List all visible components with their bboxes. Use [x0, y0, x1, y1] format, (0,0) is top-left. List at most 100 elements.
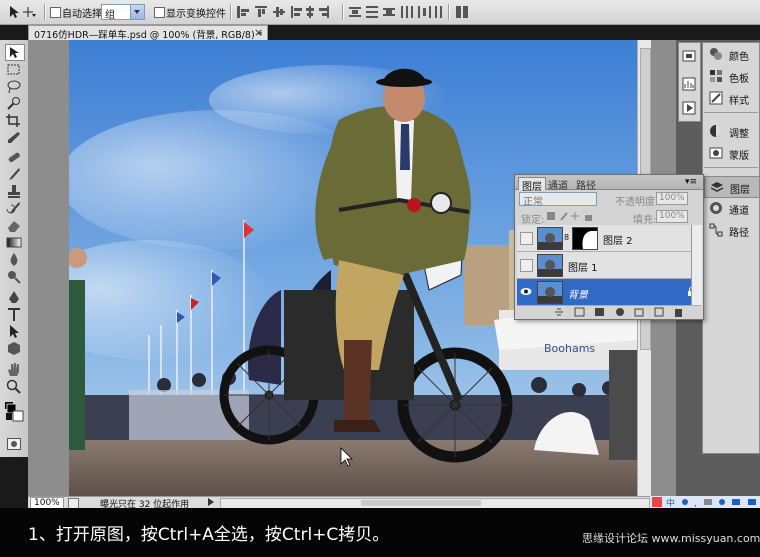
lock-options-icon[interactable] — [547, 211, 603, 222]
dock-item-label: 调整 — [729, 129, 749, 140]
blur-tool-icon[interactable] — [5, 252, 23, 267]
dock-item-label: 蒙版 — [729, 151, 749, 162]
healing-brush-tool-icon[interactable] — [5, 150, 23, 165]
svg-text:Boohams: Boohams — [544, 342, 595, 355]
panel-menu-icon[interactable]: ▾≡ — [685, 177, 697, 187]
path-selection-tool-icon[interactable] — [5, 324, 23, 339]
document-tab-title: 0716仿HDR—踩单车.psd @ 100% (背景, RGB/8) * — [34, 30, 263, 41]
crop-tool-icon[interactable] — [5, 113, 23, 128]
svg-text:中: 中 — [666, 497, 675, 507]
distribute-buttons-icon[interactable] — [348, 5, 444, 19]
close-icon[interactable]: × — [254, 26, 263, 39]
layer-name: 图层 1 — [568, 263, 598, 274]
layer-row[interactable]: 图层 1 — [517, 252, 701, 279]
ime-toolbar-icon[interactable]: 中, — [652, 497, 758, 507]
dodge-tool-icon[interactable] — [5, 269, 23, 284]
lasso-tool-icon[interactable] — [5, 79, 23, 94]
dock-divider — [704, 112, 758, 113]
layer-name: 背景 — [568, 290, 588, 301]
eyedropper-tool-icon[interactable] — [5, 130, 23, 145]
toolbar-separator — [342, 4, 344, 20]
link-icon: 8 — [564, 233, 570, 242]
auto-align-icon[interactable] — [455, 5, 469, 19]
scrollbar-thumb[interactable] — [361, 500, 481, 506]
eraser-tool-icon[interactable] — [5, 218, 23, 233]
tutorial-caption: 1、打开原图，按Ctrl+A全选，按Ctrl+C拷贝。 — [28, 525, 390, 545]
dock-item-label: 样式 — [729, 96, 749, 107]
move-tool-preset-icon[interactable] — [6, 4, 36, 20]
auto-select-checkbox[interactable] — [50, 7, 61, 18]
lock-label: 锁定: — [521, 215, 545, 226]
dock-item-masks[interactable]: 蒙版 — [704, 143, 758, 163]
layer-thumbnail — [537, 281, 563, 304]
move-tool-icon[interactable] — [5, 44, 25, 61]
dock-item-color[interactable]: 颜色 — [704, 44, 758, 64]
marquee-tool-icon[interactable] — [5, 62, 23, 77]
visibility-toggle[interactable] — [520, 259, 533, 272]
fill-value: 100% — [659, 211, 685, 221]
opacity-label: 不透明度: — [615, 197, 659, 208]
hand-tool-icon[interactable] — [5, 362, 23, 377]
swatches-icon — [710, 70, 722, 82]
shape-tool-icon[interactable] — [5, 341, 23, 356]
dock-item-styles[interactable]: 样式 — [704, 88, 758, 108]
adjustments-icon — [710, 125, 722, 137]
fill-label: 填充: — [633, 215, 657, 226]
actions-play-icon[interactable] — [682, 101, 696, 115]
layers-scrollbar[interactable] — [691, 225, 702, 305]
align-buttons-icon[interactable] — [236, 5, 340, 19]
layer-row-selected[interactable]: 背景 — [517, 279, 701, 306]
dock-item-paths[interactable]: 路径 — [704, 220, 758, 240]
type-tool-icon[interactable] — [5, 307, 23, 322]
paths-icon — [709, 223, 723, 237]
dock-item-swatches[interactable]: 色板 — [704, 66, 758, 86]
tab-layers[interactable]: 图层 — [518, 177, 546, 193]
blend-mode-value: 正常 — [523, 197, 543, 208]
dock-item-adjustments[interactable]: 调整 — [704, 121, 758, 141]
dock-divider — [704, 167, 758, 168]
opacity-field[interactable]: 100% — [656, 192, 688, 205]
pen-tool-icon[interactable] — [5, 290, 23, 305]
auto-select-label: 自动选择: — [62, 9, 106, 20]
document-tab[interactable]: 0716仿HDR—踩单车.psd @ 100% (背景, RGB/8) * × — [28, 25, 268, 41]
tab-channels[interactable]: 通道 — [545, 177, 571, 192]
gradient-tool-icon[interactable] — [5, 235, 23, 250]
fill-field[interactable]: 100% — [656, 210, 688, 223]
dock-item-layers[interactable]: 图层 — [704, 176, 760, 198]
options-bar: 自动选择: 组 显示变换控件 — [0, 0, 760, 25]
tab-paths[interactable]: 路径 — [573, 177, 599, 192]
dock-item-channels[interactable]: 通道 — [704, 198, 758, 218]
status-menu-arrow-icon[interactable] — [208, 498, 214, 506]
quick-mask-icon[interactable] — [7, 438, 21, 450]
zoom-value: 100% — [34, 498, 60, 508]
eye-icon[interactable] — [520, 287, 532, 296]
navigator-icon[interactable] — [682, 49, 696, 63]
histogram-icon[interactable] — [682, 77, 696, 91]
chevron-down-icon — [130, 5, 144, 19]
channels-icon — [710, 202, 722, 214]
zoom-tool-icon[interactable] — [5, 379, 23, 394]
system-tray: 中, — [650, 496, 760, 508]
watermark-text: 思缘设计论坛 www.missyuan.com — [582, 532, 760, 545]
dock-item-label: 色板 — [729, 74, 749, 85]
show-transform-checkbox[interactable] — [154, 7, 165, 18]
quick-selection-tool-icon[interactable] — [5, 96, 23, 111]
dock-item-label: 通道 — [729, 206, 749, 217]
layers-panel: 图层 通道 路径 ▾≡ 正常 不透明度: 100% 锁定: 填充: 100% 8… — [514, 174, 704, 320]
auto-select-dropdown[interactable]: 组 — [101, 4, 145, 21]
history-brush-tool-icon[interactable] — [5, 201, 23, 216]
blend-mode-dropdown[interactable]: 正常 — [519, 192, 597, 208]
dock-item-label: 路径 — [729, 228, 749, 239]
color-swatches-icon[interactable] — [3, 400, 25, 422]
dock-item-label: 颜色 — [729, 52, 749, 63]
color-icon — [710, 48, 722, 60]
opacity-value: 100% — [659, 193, 685, 203]
layers-bottom-buttons-icon[interactable] — [555, 307, 695, 317]
dock-icon-strip — [678, 42, 701, 122]
visibility-toggle[interactable] — [520, 232, 533, 245]
toolbar-separator — [230, 4, 232, 20]
brush-tool-icon[interactable] — [5, 167, 23, 182]
layers-icon — [710, 182, 724, 192]
layer-row[interactable]: 8 图层 2 — [517, 225, 701, 252]
clone-stamp-tool-icon[interactable] — [5, 184, 23, 199]
